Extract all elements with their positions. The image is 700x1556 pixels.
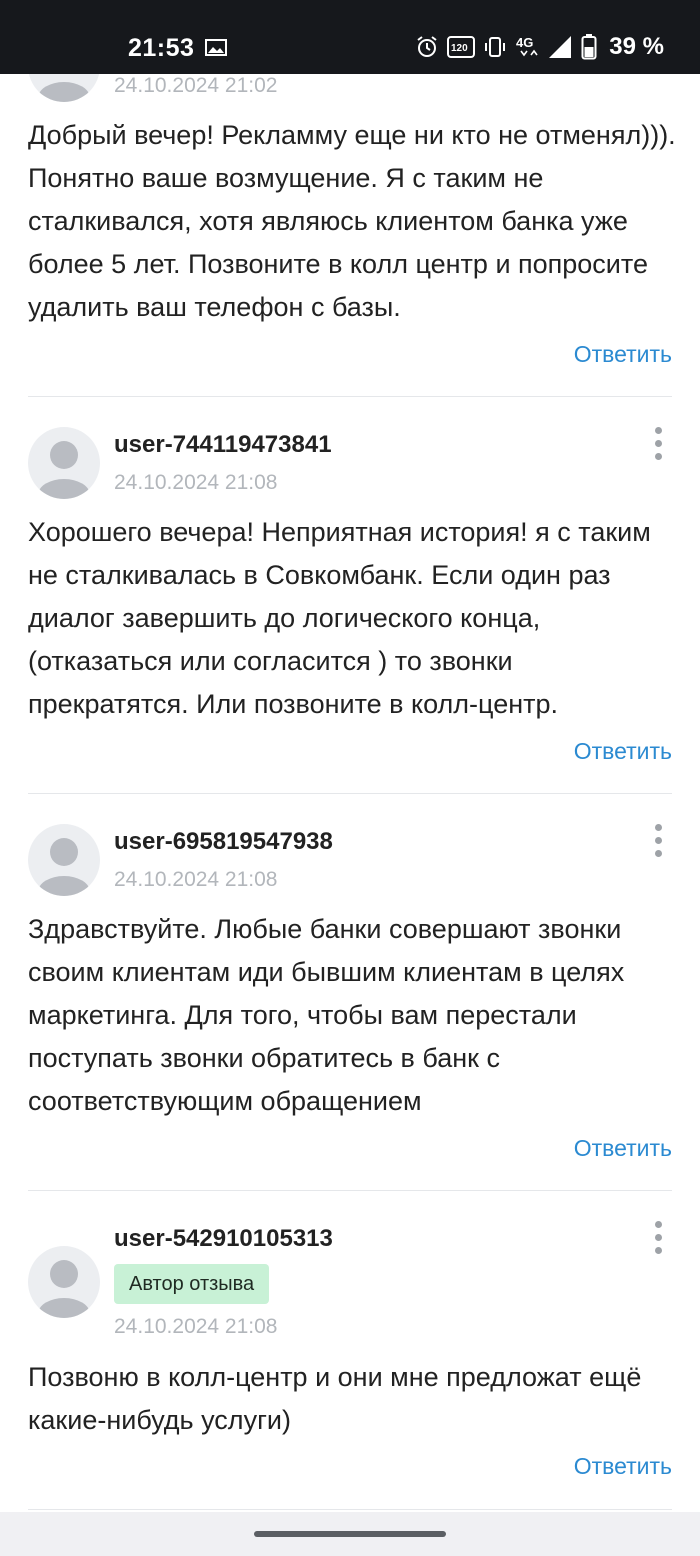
alarm-icon xyxy=(415,35,439,59)
network-type: 4G xyxy=(516,35,533,50)
reply-link[interactable]: Ответить xyxy=(574,341,672,368)
reply-link[interactable]: Ответить xyxy=(574,1453,672,1480)
more-options-button[interactable] xyxy=(652,1221,664,1255)
status-bar: 21:53 120 4G 39 % xyxy=(0,0,700,74)
status-icons: 120 4G 39 % xyxy=(415,33,664,61)
comment-item: user-695819547938 24.10.2024 21:08 Здрав… xyxy=(28,794,672,1190)
battery-icon xyxy=(581,34,597,60)
comment-text: Добрый вечер! Рекламму еще ни кто не отм… xyxy=(28,120,676,322)
avatar xyxy=(28,1246,100,1318)
comment-text: Хорошего вечера! Неприятная история! я с… xyxy=(28,517,651,719)
avatar-placeholder-icon xyxy=(38,441,90,499)
comment-username[interactable]: user-695819547938 xyxy=(114,828,333,856)
status-time: 21:53 xyxy=(128,34,195,62)
comment-item: user-542910105313 Автор отзыва 24.10.202… xyxy=(28,1191,672,1509)
avatar-placeholder-icon xyxy=(38,838,90,896)
comment-date: 24.10.2024 21:08 xyxy=(114,471,278,494)
refresh-rate-icon: 120 xyxy=(447,35,476,59)
avatar xyxy=(28,824,100,896)
comment-text: Здравствуйте. Любые банки совершают звон… xyxy=(28,914,625,1116)
more-options-button[interactable] xyxy=(652,824,664,858)
vibrate-icon xyxy=(483,35,507,59)
signal-icon xyxy=(547,34,573,60)
comment-date: 24.10.2024 21:02 xyxy=(114,74,278,97)
system-navigation-bar xyxy=(0,1512,700,1556)
network-4g-icon: 4G xyxy=(515,34,539,60)
comment-date: 24.10.2024 21:08 xyxy=(114,1315,278,1338)
battery-percent: 39 % xyxy=(609,33,664,60)
image-icon xyxy=(205,39,227,61)
comment-username[interactable]: user-744119473841 xyxy=(114,431,332,459)
comment-username[interactable]: user-542910105313 xyxy=(114,1225,333,1253)
divider xyxy=(28,1509,672,1510)
home-gesture-handle[interactable] xyxy=(254,1531,446,1537)
comment-text: Позвоню в колл-центр и они мне предложат… xyxy=(28,1362,642,1435)
reply-link[interactable]: Ответить xyxy=(574,1135,672,1162)
more-options-button[interactable] xyxy=(652,427,664,461)
more-vertical-icon xyxy=(652,1221,664,1254)
more-vertical-icon xyxy=(652,824,664,857)
reply-link[interactable]: Ответить xyxy=(574,738,672,765)
comment-date: 24.10.2024 21:08 xyxy=(114,868,278,891)
avatar-placeholder-icon xyxy=(38,1260,90,1318)
refresh-rate-value: 120 xyxy=(451,43,468,54)
author-badge: Автор отзыва xyxy=(114,1264,270,1304)
avatar xyxy=(28,427,100,499)
more-vertical-icon xyxy=(652,427,664,460)
comment-item: user-744119473841 24.10.2024 21:08 Хорош… xyxy=(28,397,672,793)
